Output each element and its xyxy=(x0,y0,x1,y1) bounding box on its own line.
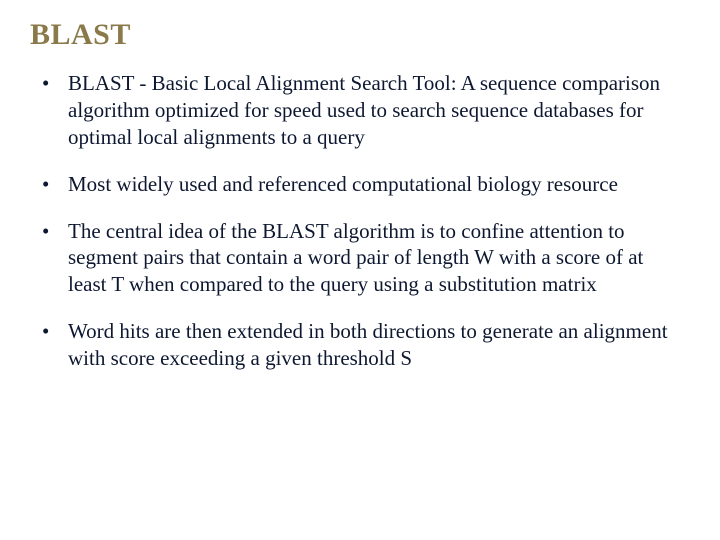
list-item: BLAST - Basic Local Alignment Search Too… xyxy=(40,70,680,151)
list-item: The central idea of the BLAST algorithm … xyxy=(40,218,680,299)
bullet-list: BLAST - Basic Local Alignment Search Too… xyxy=(30,70,680,372)
list-item: Word hits are then extended in both dire… xyxy=(40,318,680,372)
slide-title: BLAST xyxy=(30,18,680,52)
list-item: Most widely used and referenced computat… xyxy=(40,171,680,198)
